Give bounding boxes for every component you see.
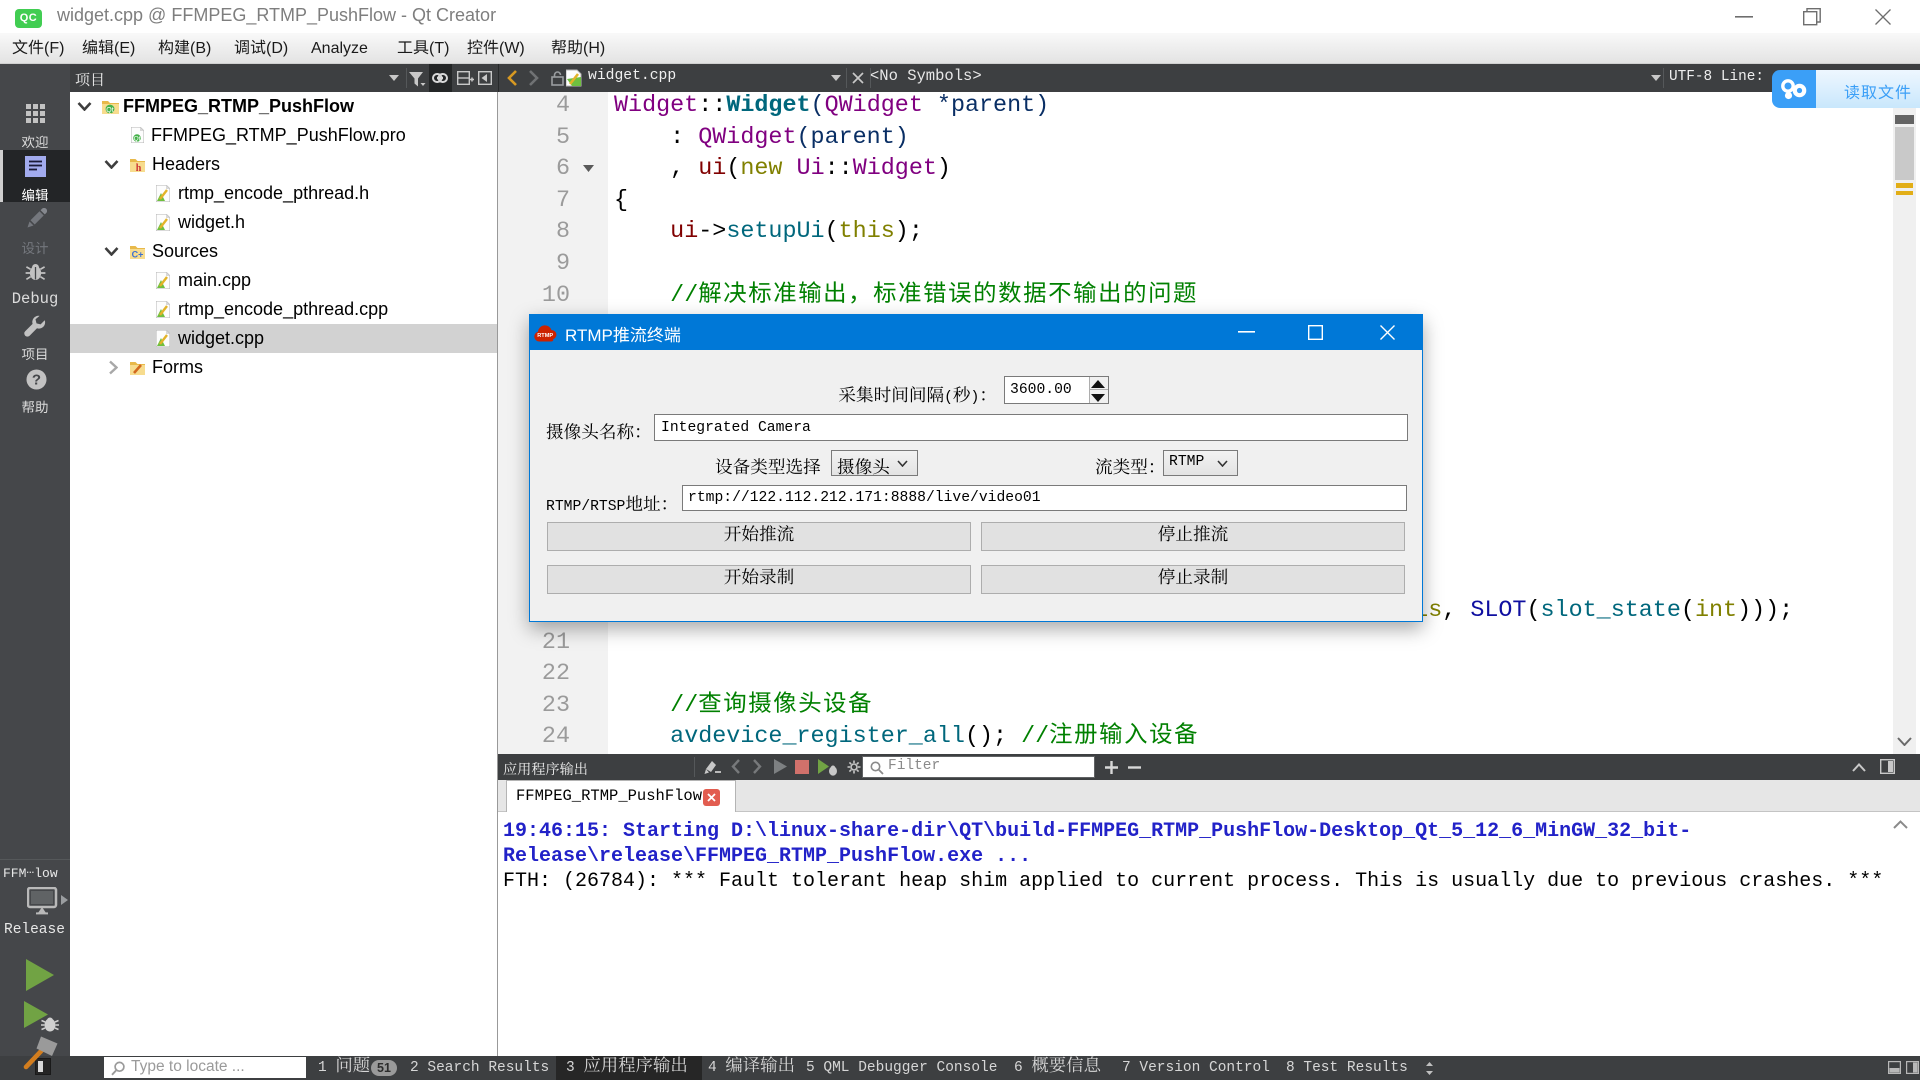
svg-text:C+: C+ [132, 250, 144, 260]
svg-text:h: h [136, 163, 142, 172]
svg-text:Qt: Qt [106, 107, 113, 114]
svg-text:RTMP: RTMP [537, 333, 553, 339]
svg-text:Qt: Qt [134, 136, 141, 143]
